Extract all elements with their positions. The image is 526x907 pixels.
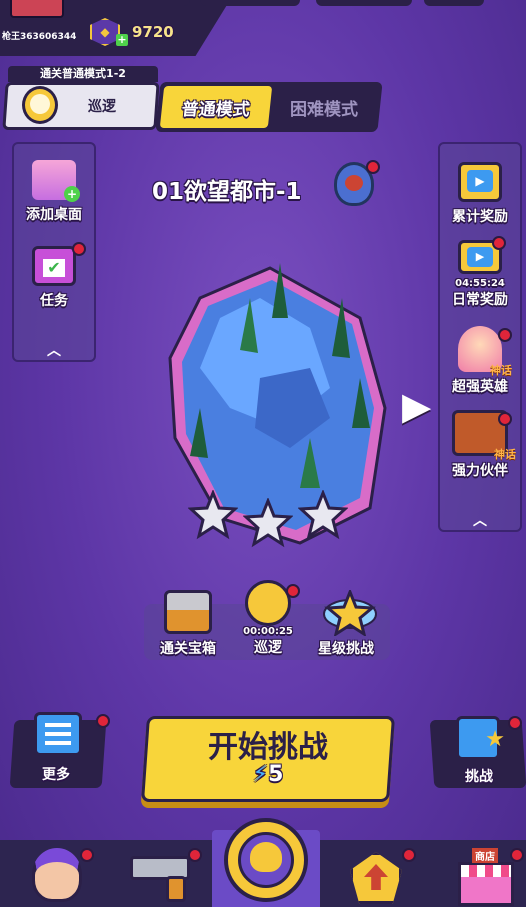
more-label: 更多 bbox=[42, 767, 70, 783]
add-desktop-button[interactable]: + 添加桌面 bbox=[12, 160, 96, 224]
collapse-left-chevron-icon[interactable]: ︿ bbox=[12, 340, 96, 360]
daily-reward-timer: 04:55:24 bbox=[455, 278, 505, 289]
patrol-label: 巡逻 bbox=[254, 640, 282, 656]
tv-play-icon: ▶ bbox=[458, 162, 502, 202]
tasks-button[interactable]: ✔ 任务 bbox=[12, 246, 96, 310]
player-avatar[interactable] bbox=[10, 0, 64, 18]
clear-chest-label: 通关宝箱 bbox=[160, 641, 216, 657]
mythic-badge: 神话 bbox=[490, 364, 512, 377]
patrol-mode-label: 巡逻 bbox=[88, 99, 116, 115]
stage-star-icon bbox=[297, 488, 349, 540]
check-icon: ✔ bbox=[43, 259, 65, 277]
plus-icon: + bbox=[64, 186, 80, 202]
resource-slot-3[interactable] bbox=[316, 0, 412, 6]
top-bar: 枪王363606344 ◆ + 9720 bbox=[0, 0, 526, 58]
stage-title: 01欲望都市-1 bbox=[152, 179, 302, 205]
treasure-chest-icon bbox=[164, 590, 212, 634]
skull-battle-icon bbox=[224, 818, 308, 902]
super-hero-label: 超强英雄 bbox=[452, 379, 508, 395]
gift-box-icon: + bbox=[32, 160, 80, 202]
star-challenge-button[interactable]: 星级挑战 bbox=[304, 587, 388, 658]
energy-cost-value: 5 bbox=[268, 762, 284, 787]
star-challenge-label: 星级挑战 bbox=[318, 641, 374, 657]
calendar-check-icon: ✔ bbox=[32, 246, 76, 286]
notification-dot bbox=[498, 412, 512, 426]
notification-dot bbox=[286, 584, 300, 598]
notification-dot bbox=[510, 848, 524, 862]
player-id: 枪王363606344 bbox=[2, 32, 77, 42]
stopwatch-icon bbox=[245, 580, 291, 626]
stage-star-icon bbox=[187, 488, 239, 540]
gun-currency-count: 9720 bbox=[132, 23, 174, 41]
notification-dot bbox=[72, 242, 86, 256]
notification-dot bbox=[96, 714, 110, 728]
shop-tag: 商店 bbox=[472, 848, 498, 863]
cumulative-reward-label: 累计奖励 bbox=[452, 209, 508, 225]
clear-chest-button[interactable]: 通关宝箱 bbox=[146, 590, 230, 658]
challenge-label: 挑战 bbox=[465, 769, 493, 785]
stage-star-icon bbox=[242, 496, 294, 548]
winged-star-icon bbox=[322, 587, 377, 638]
mythic-badge: 神话 bbox=[494, 448, 516, 461]
cumulative-reward-button[interactable]: ▶ 累计奖励 bbox=[438, 162, 522, 226]
star-icon: ★ bbox=[485, 727, 505, 752]
list-icon bbox=[34, 712, 82, 756]
stopwatch-icon bbox=[22, 86, 58, 124]
daily-reward-label: 日常奖励 bbox=[452, 292, 508, 308]
patrol-timer: 00:00:25 bbox=[243, 626, 293, 637]
resource-slot-4[interactable] bbox=[424, 0, 484, 6]
collapse-right-chevron-icon[interactable]: ︿ bbox=[438, 510, 522, 530]
tab-normal-mode[interactable]: 普通模式 bbox=[159, 86, 273, 128]
gun-currency[interactable]: ◆ + 9720 bbox=[90, 18, 190, 46]
start-challenge-label: 开始挑战 bbox=[208, 730, 328, 765]
strong-partner-label: 强力伙伴 bbox=[452, 463, 508, 479]
daily-reward-button[interactable]: ▶ 04:55:24 日常奖励 bbox=[438, 240, 522, 309]
resource-slot-1[interactable] bbox=[90, 0, 190, 6]
notification-dot bbox=[188, 848, 202, 862]
resource-slot-2[interactable] bbox=[200, 0, 300, 6]
patrol-unlock-tag: 通关普通模式1-2 bbox=[8, 66, 158, 82]
shop-store-icon bbox=[458, 862, 514, 906]
next-stage-arrow-icon[interactable]: ▶ bbox=[402, 384, 431, 428]
hero-face-icon bbox=[32, 848, 82, 902]
lightning-icon: ⚡ bbox=[252, 762, 269, 787]
notification-dot bbox=[402, 848, 416, 862]
challenge-shield-icon: ★ bbox=[456, 716, 505, 760]
notification-dot bbox=[498, 328, 512, 342]
tasks-label: 任务 bbox=[40, 293, 68, 309]
notification-dot bbox=[366, 160, 380, 174]
add-desktop-label: 添加桌面 bbox=[26, 207, 82, 223]
notification-dot bbox=[508, 716, 522, 730]
notification-dot bbox=[492, 236, 506, 250]
tab-hard-mode[interactable]: 困难模式 bbox=[274, 86, 374, 128]
energy-cost: ⚡5 bbox=[144, 762, 392, 787]
add-currency-icon[interactable]: + bbox=[116, 34, 128, 46]
notification-dot bbox=[80, 848, 94, 862]
